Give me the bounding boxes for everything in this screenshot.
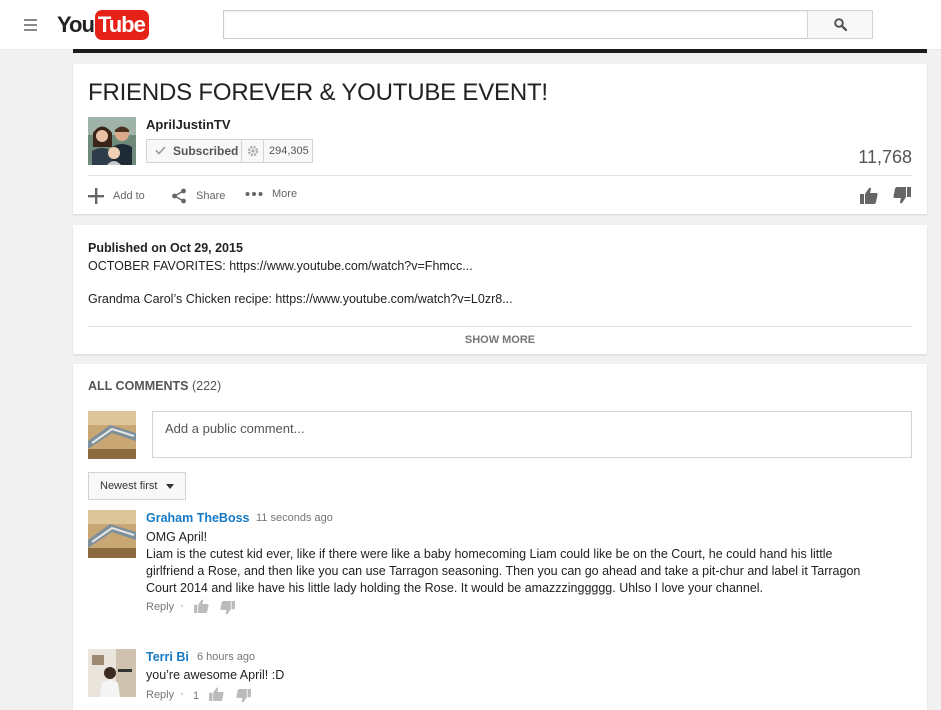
comment-text: OMG April! Liam is the cutest kid ever, … bbox=[146, 529, 906, 597]
sort-dropdown[interactable]: Newest first bbox=[88, 472, 186, 500]
gear-icon[interactable] bbox=[241, 140, 263, 162]
comment-line: OMG April! bbox=[146, 530, 208, 544]
description-line: OCTOBER FAVORITES: https://www.youtube.c… bbox=[88, 259, 473, 273]
comment-author[interactable]: Terri Bi bbox=[146, 650, 189, 664]
publish-date: Published on Oct 29, 2015 bbox=[88, 241, 243, 255]
thumbs-down-icon bbox=[220, 601, 235, 615]
show-more-button[interactable]: SHOW MORE bbox=[73, 334, 927, 346]
comment-dislike-button[interactable] bbox=[220, 601, 235, 620]
comment-placeholder: Add a public comment... bbox=[165, 421, 305, 436]
comment-author[interactable]: Graham TheBoss bbox=[146, 511, 250, 525]
reply-button[interactable]: Reply bbox=[146, 601, 174, 613]
comments-count: (222) bbox=[191, 379, 222, 393]
logo-you-text: You bbox=[57, 12, 95, 37]
video-player-edge bbox=[73, 49, 927, 53]
description-card: Published on Oct 29, 2015 OCTOBER FAVORI… bbox=[73, 225, 927, 354]
more-button[interactable]: More bbox=[245, 188, 297, 200]
comments-header-label: ALL COMMENTS bbox=[88, 379, 189, 393]
share-icon bbox=[172, 188, 186, 204]
channel-avatar[interactable] bbox=[88, 117, 136, 165]
commenter-avatar[interactable] bbox=[88, 510, 136, 558]
subscribe-label: Subscribed bbox=[173, 144, 239, 158]
comment-text: you’re awesome April! :D bbox=[146, 667, 906, 684]
comment-time: 6 hours ago bbox=[197, 651, 256, 663]
description-line: Grandma Carol’s Chicken recipe: https://… bbox=[88, 292, 513, 306]
youtube-logo[interactable]: You Tube bbox=[57, 10, 149, 40]
logo-tube-text: Tube bbox=[94, 10, 149, 40]
thumbs-up-icon bbox=[209, 687, 224, 701]
video-title: FRIENDS FOREVER & YOUTUBE EVENT! bbox=[88, 79, 548, 106]
video-info-card: FRIENDS FOREVER & YOUTUBE EVENT! AprilJu… bbox=[73, 64, 927, 214]
search-button[interactable] bbox=[807, 10, 873, 39]
sort-label: Newest first bbox=[100, 480, 158, 492]
checkmark-icon bbox=[147, 144, 173, 158]
more-dots-icon bbox=[245, 192, 263, 196]
subscriber-count: 294,305 bbox=[263, 140, 312, 162]
like-count: 1 bbox=[193, 690, 200, 702]
thumbs-up-icon bbox=[194, 599, 209, 613]
separator-dot: · bbox=[180, 688, 184, 700]
view-count: 11,768 bbox=[858, 147, 912, 167]
comment-dislike-button[interactable] bbox=[236, 689, 251, 708]
like-button[interactable] bbox=[860, 187, 878, 209]
dislike-button[interactable] bbox=[893, 187, 911, 209]
divider bbox=[88, 326, 912, 327]
divider bbox=[88, 175, 912, 176]
separator-dot: · bbox=[180, 600, 184, 612]
comment-time: 11 seconds ago bbox=[256, 512, 333, 524]
masthead: You Tube bbox=[0, 0, 941, 50]
reply-button[interactable]: Reply bbox=[146, 689, 174, 701]
channel-name[interactable]: AprilJustinTV bbox=[146, 117, 231, 132]
thumbs-up-icon bbox=[860, 187, 878, 204]
add-to-label: Add to bbox=[113, 190, 145, 202]
comments-header: ALL COMMENTS (222) bbox=[88, 379, 221, 393]
user-avatar bbox=[88, 411, 136, 459]
plus-icon bbox=[88, 188, 104, 204]
share-label: Share bbox=[196, 190, 226, 202]
more-label: More bbox=[272, 188, 298, 200]
add-to-button[interactable]: Add to bbox=[88, 188, 145, 204]
comment-like-button[interactable] bbox=[194, 599, 209, 618]
comment-line: you’re awesome April! :D bbox=[146, 668, 285, 682]
hamburger-icon[interactable] bbox=[24, 16, 44, 34]
caret-down-icon bbox=[166, 483, 175, 489]
comment-line: girlfriend a Rose, and then like you can… bbox=[146, 564, 861, 578]
search-icon bbox=[833, 18, 847, 31]
search-input[interactable] bbox=[223, 10, 808, 39]
thumbs-down-icon bbox=[893, 187, 911, 204]
comment-input[interactable]: Add a public comment... bbox=[152, 411, 912, 458]
share-button[interactable]: Share bbox=[171, 188, 225, 204]
comment-line: Liam is the cutest kid ever, like if the… bbox=[146, 547, 833, 561]
comment-like-button[interactable] bbox=[209, 687, 224, 706]
comment-line: Court 2014 and like have his little lady… bbox=[146, 581, 764, 595]
subscribed-button[interactable]: Subscribed 294,305 bbox=[146, 139, 313, 163]
commenter-avatar[interactable] bbox=[88, 649, 136, 697]
thumbs-down-icon bbox=[236, 689, 251, 703]
comments-card: ALL COMMENTS (222) Add a public comment.… bbox=[73, 364, 927, 710]
